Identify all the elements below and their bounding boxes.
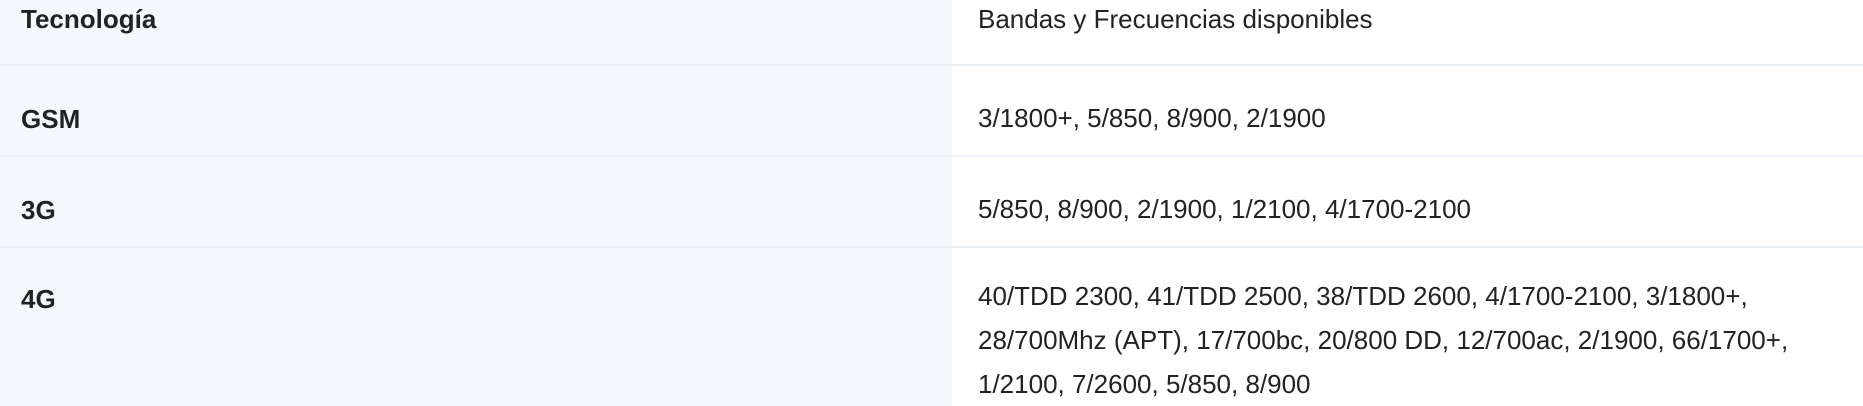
technology-cell: 4G <box>0 247 952 406</box>
frequencies-cell: 3/1800+, 5/850, 8/900, 2/1900 <box>952 65 1863 157</box>
frequencies-cell: 5/850, 8/900, 2/1900, 1/2100, 4/1700-210… <box>952 156 1863 248</box>
frequencies-cell: 40/TDD 2300, 41/TDD 2500, 38/TDD 2600, 4… <box>952 247 1863 406</box>
table-row-gsm: GSM 3/1800+, 5/850, 8/900, 2/1900 <box>0 65 1863 157</box>
technology-cell: GSM <box>0 65 952 157</box>
header-technology: Tecnología <box>0 0 952 66</box>
table-row-4g: 4G 40/TDD 2300, 41/TDD 2500, 38/TDD 2600… <box>0 247 1863 406</box>
bands-frequencies-table: Tecnología Bandas y Frecuencias disponib… <box>0 0 1863 406</box>
table-header-row: Tecnología Bandas y Frecuencias disponib… <box>0 0 1863 66</box>
table-row-3g: 3G 5/850, 8/900, 2/1900, 1/2100, 4/1700-… <box>0 156 1863 248</box>
header-frequencies: Bandas y Frecuencias disponibles <box>952 0 1863 66</box>
technology-cell: 3G <box>0 156 952 248</box>
